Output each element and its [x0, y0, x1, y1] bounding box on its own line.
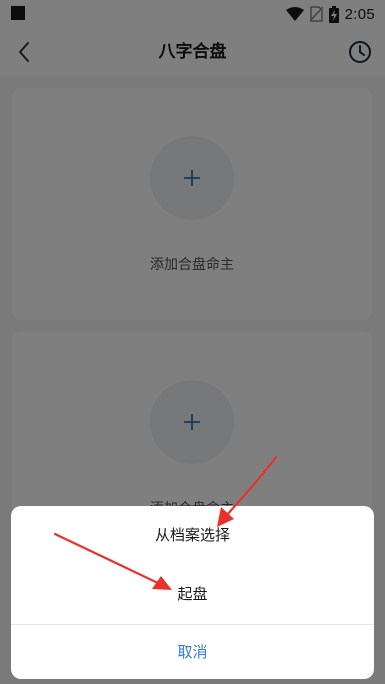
cancel-button[interactable]: 取消 — [11, 625, 374, 679]
start-chart-option[interactable]: 起盘 — [11, 564, 374, 624]
action-sheet: 从档案选择 起盘 取消 — [11, 506, 374, 679]
screen: 2:05 八字合盘 添加合盘命主 — [0, 0, 385, 684]
choose-from-archive-option[interactable]: 从档案选择 — [11, 506, 374, 564]
